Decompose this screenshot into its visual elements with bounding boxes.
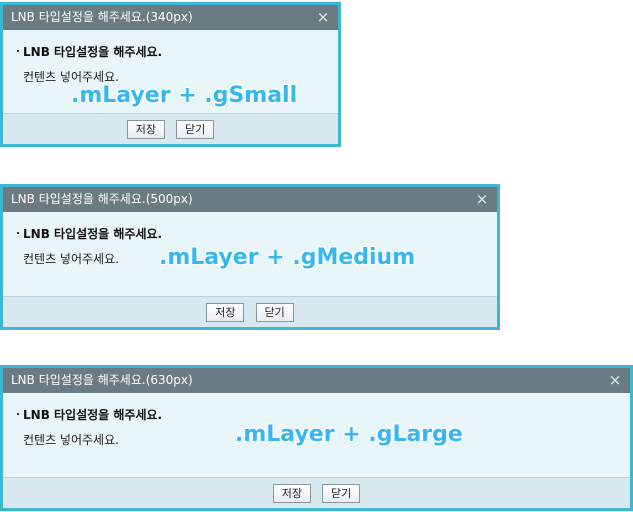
dialog-titlebar: LNB 타입설정을 해주세요.(630px) × — [3, 368, 630, 393]
dialog-footer: 저장 닫기 — [3, 113, 338, 144]
close-button-label: 닫기 — [264, 306, 285, 319]
layer-dialog-large: LNB 타입설정을 해주세요.(630px) × LNB 타입설정을 해주세요.… — [0, 365, 633, 511]
bullet-icon — [17, 232, 19, 234]
close-button[interactable]: 닫기 — [176, 120, 215, 139]
dialog-footer: 저장 닫기 — [3, 477, 630, 508]
save-button[interactable]: 저장 — [272, 484, 311, 503]
save-button-label: 저장 — [281, 487, 302, 500]
dialog-footer: 저장 닫기 — [3, 296, 497, 327]
save-button[interactable]: 저장 — [206, 303, 245, 322]
dialog-content: LNB 타입설정을 해주세요. 컨텐츠 넣어주세요. — [3, 30, 338, 85]
close-button[interactable]: 닫기 — [255, 303, 294, 322]
dialog-heading-text: LNB 타입설정을 해주세요. — [23, 408, 163, 422]
layer-dialog-medium: LNB 타입설정을 해주세요.(500px) × LNB 타입설정을 해주세요.… — [0, 184, 500, 330]
class-overlay-label: .mLayer + .gLarge — [235, 422, 463, 447]
close-button-label: 닫기 — [331, 487, 352, 500]
close-button-label: 닫기 — [185, 123, 206, 136]
save-button[interactable]: 저장 — [126, 120, 165, 139]
dialog-heading-text: LNB 타입설정을 해주세요. — [23, 45, 163, 59]
dialog-heading: LNB 타입설정을 해주세요. — [17, 44, 338, 60]
dialog-titlebar: LNB 타입설정을 해주세요.(500px) × — [3, 187, 497, 212]
dialog-titlebar: LNB 타입설정을 해주세요.(340px) × — [3, 5, 338, 30]
dialog-title: LNB 타입설정을 해주세요.(340px) — [11, 10, 193, 24]
class-overlay-label: .mLayer + .gSmall — [71, 83, 298, 108]
close-icon[interactable]: × — [475, 187, 489, 212]
layer-dialog-small: LNB 타입설정을 해주세요.(340px) × LNB 타입설정을 해주세요.… — [0, 2, 341, 147]
bullet-icon — [17, 50, 19, 52]
save-button-label: 저장 — [215, 306, 236, 319]
dialog-title: LNB 타입설정을 해주세요.(500px) — [11, 192, 193, 206]
close-button[interactable]: 닫기 — [322, 484, 361, 503]
class-overlay-label: .mLayer + .gMedium — [159, 245, 416, 270]
dialog-title: LNB 타입설정을 해주세요.(630px) — [11, 373, 193, 387]
dialog-heading-text: LNB 타입설정을 해주세요. — [23, 227, 163, 241]
close-icon[interactable]: × — [608, 368, 622, 393]
bullet-icon — [17, 413, 19, 415]
dialog-heading: LNB 타입설정을 해주세요. — [17, 407, 630, 423]
dialog-heading: LNB 타입설정을 해주세요. — [17, 226, 497, 242]
save-button-label: 저장 — [135, 123, 156, 136]
close-icon[interactable]: × — [316, 5, 330, 30]
